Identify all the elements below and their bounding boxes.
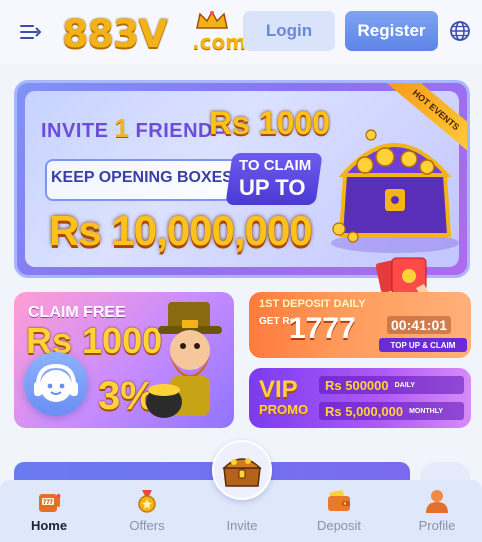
deposit-amount: 1777 [289,312,356,345]
nav-home-label: Home [30,518,68,533]
treasure-chest-icon [222,458,262,487]
headset-icon [34,363,78,402]
vip-monthly-amount: Rs 5,000,000 [325,403,404,419]
nav-offers-label: Offers [129,518,165,533]
crown-icon [196,10,228,29]
logo-text: 883V [62,12,168,56]
max-reward-amount: Rs 10,000,000 [49,207,313,254]
nav-home[interactable]: 777 Home [9,488,89,538]
deposit-countdown: 00:41:01 [387,316,452,334]
slot-machine-icon: 777 [39,494,61,512]
vip-monthly-tag: MONTHLY [409,407,444,415]
vip-daily-reward: Rs 500000 DAILY [319,376,464,394]
vip-daily-tag: DAILY [394,381,415,389]
customer-support-button[interactable] [24,352,88,416]
nav-deposit-label: Deposit [316,518,362,533]
logo-domain: .com [192,30,247,54]
top-up-claim-button[interactable]: TOP UP & CLAIM [379,338,467,352]
nav-offers[interactable]: Offers [107,488,187,538]
top-header: 883V .com Login Register [0,0,482,64]
medal-icon [138,490,156,513]
site-logo[interactable]: 883V .com [62,8,246,56]
invite-prefix: INVITE [41,120,109,142]
register-button[interactable]: Register [345,11,438,51]
claim-text: TO CLAIM [239,157,312,174]
keep-opening-text: KEEP OPENING BOXES [51,169,233,186]
claim-upto-text: UP TO [239,175,306,200]
user-icon [426,490,448,513]
first-deposit-card[interactable]: 1ST DEPOSIT DAILY GET Rs 1777 00:41:01 T… [249,292,471,358]
vip-title: VIP [259,376,298,403]
svg-text:777: 777 [43,500,54,506]
menu-icon[interactable] [18,20,42,44]
vip-promo-label: PROMO [259,402,309,417]
nav-profile-label: Profile [418,518,456,533]
invite-headline: INVITE 1 FRIEND= [41,113,225,144]
globe-icon[interactable] [448,19,472,43]
invite-count: 1 [114,113,130,143]
nav-invite-label: Invite [226,518,258,533]
invite-reward-amount: Rs 1000 [209,105,330,141]
leprechaun-illustration [146,302,222,418]
nav-profile[interactable]: Profile [397,488,477,538]
vip-promo-card[interactable]: VIP PROMO Rs 500000 DAILY Rs 5,000,000 M… [249,368,471,428]
wallet-icon [328,490,350,511]
deposit-title: 1ST DEPOSIT DAILY [259,298,366,310]
login-button[interactable]: Login [243,11,335,51]
vip-daily-amount: Rs 500000 [325,377,389,393]
invite-float-button[interactable] [212,440,272,500]
vip-monthly-reward: Rs 5,000,000 MONTHLY [319,402,464,420]
treasure-chest-illustration [331,129,459,253]
nav-deposit[interactable]: Deposit [299,488,379,538]
